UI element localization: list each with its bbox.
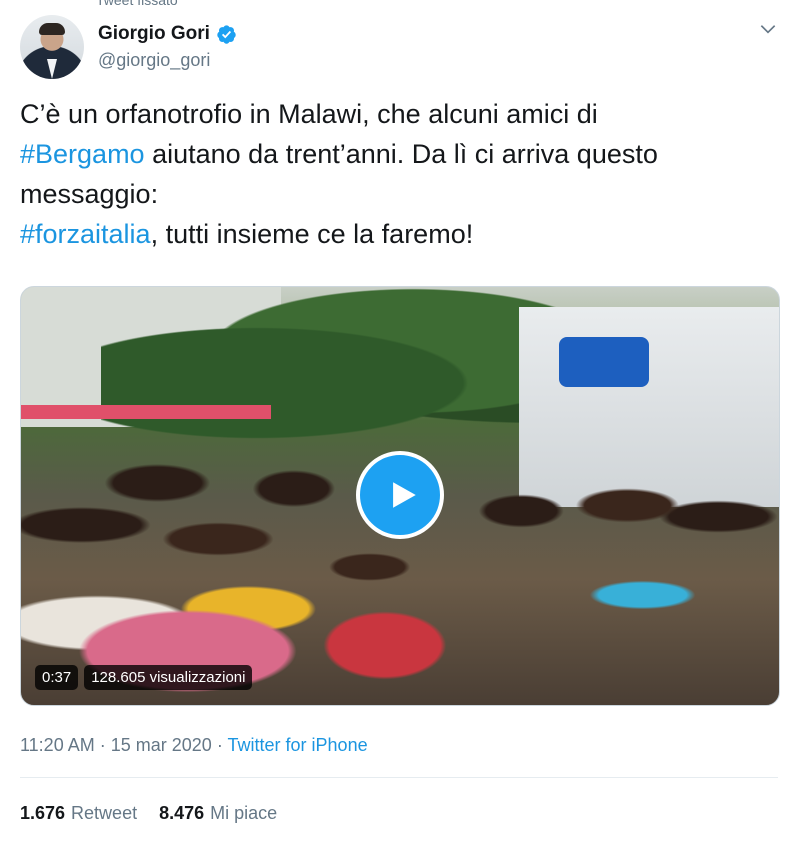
video-view-count: 128.605 visualizzazioni	[84, 665, 253, 690]
tweet-context-label: Tweet fissato	[96, 0, 178, 8]
tweet-text-segment: C’è un orfanotrofio in Malawi, che alcun…	[20, 99, 598, 129]
meta-separator: ·	[99, 735, 106, 755]
tweet-header: Giorgio Gori @giorgio_gori	[20, 15, 780, 79]
tweet-source-link[interactable]: Twitter for iPhone	[228, 735, 368, 755]
video-thumbnail-roof	[21, 405, 271, 419]
tweet-stats: 1.676 Retweet 8.476 Mi piace	[20, 803, 277, 824]
retweets-count: 1.676	[20, 803, 66, 823]
retweets-stat[interactable]: 1.676 Retweet	[20, 803, 137, 824]
chevron-down-icon[interactable]	[758, 19, 778, 39]
play-icon	[393, 482, 416, 508]
avatar-shirt	[47, 59, 57, 79]
video-player[interactable]: 0:37 128.605 visualizzazioni	[20, 286, 780, 706]
hashtag-link-bergamo[interactable]: #Bergamo	[20, 139, 145, 169]
hashtag-link-forzaitalia[interactable]: #forzaitalia	[20, 219, 151, 249]
tweet-time[interactable]: 11:20 AM	[20, 735, 95, 755]
play-button[interactable]	[356, 451, 444, 539]
author-name[interactable]: Giorgio Gori	[98, 23, 210, 45]
video-thumbnail-water-tank	[559, 337, 649, 387]
likes-label: Mi piace	[210, 803, 278, 823]
meta-separator: ·	[216, 735, 223, 755]
tweet-date[interactable]: 15 mar 2020	[111, 735, 212, 755]
video-duration: 0:37	[35, 665, 79, 690]
tweet-text-segment: , tutti insieme ce la faremo!	[150, 219, 474, 249]
tweet-text: C’è un orfanotrofio in Malawi, che alcun…	[20, 94, 770, 254]
likes-stat[interactable]: 8.476 Mi piace	[159, 803, 277, 824]
likes-count: 8.476	[159, 803, 205, 823]
verified-badge-icon	[217, 24, 236, 44]
avatar[interactable]	[20, 15, 84, 79]
divider	[20, 777, 778, 778]
retweets-label: Retweet	[71, 803, 138, 823]
avatar-hair	[39, 23, 65, 35]
author-handle[interactable]: @giorgio_gori	[98, 50, 210, 71]
name-row: Giorgio Gori	[98, 23, 237, 45]
video-info-overlay: 0:37 128.605 visualizzazioni	[35, 665, 253, 690]
tweet-metadata: 11:20 AM · 15 mar 2020 · Twitter for iPh…	[20, 735, 368, 756]
